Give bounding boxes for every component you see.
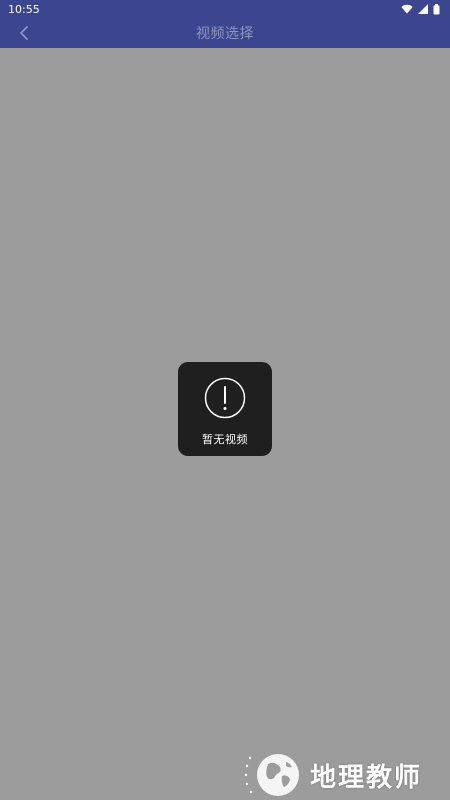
battery-icon	[433, 3, 440, 14]
wifi-icon	[401, 4, 413, 14]
page-title: 视频选择	[196, 26, 254, 42]
watermark-text: 地理教师	[310, 762, 423, 793]
exclamation-circle-icon	[204, 377, 246, 419]
empty-toast: 暂无视频	[178, 362, 272, 456]
status-time: 10:55	[8, 2, 40, 16]
toast-message: 暂无视频	[202, 433, 248, 446]
globe-icon	[244, 754, 299, 796]
app-header: 视频选择	[0, 18, 450, 48]
back-button[interactable]	[14, 24, 34, 42]
signal-icon	[418, 4, 428, 14]
watermark: 地理教师	[240, 750, 445, 800]
status-icons	[401, 3, 440, 15]
chevron-left-icon	[20, 26, 28, 40]
status-bar: 10:55	[0, 0, 450, 18]
